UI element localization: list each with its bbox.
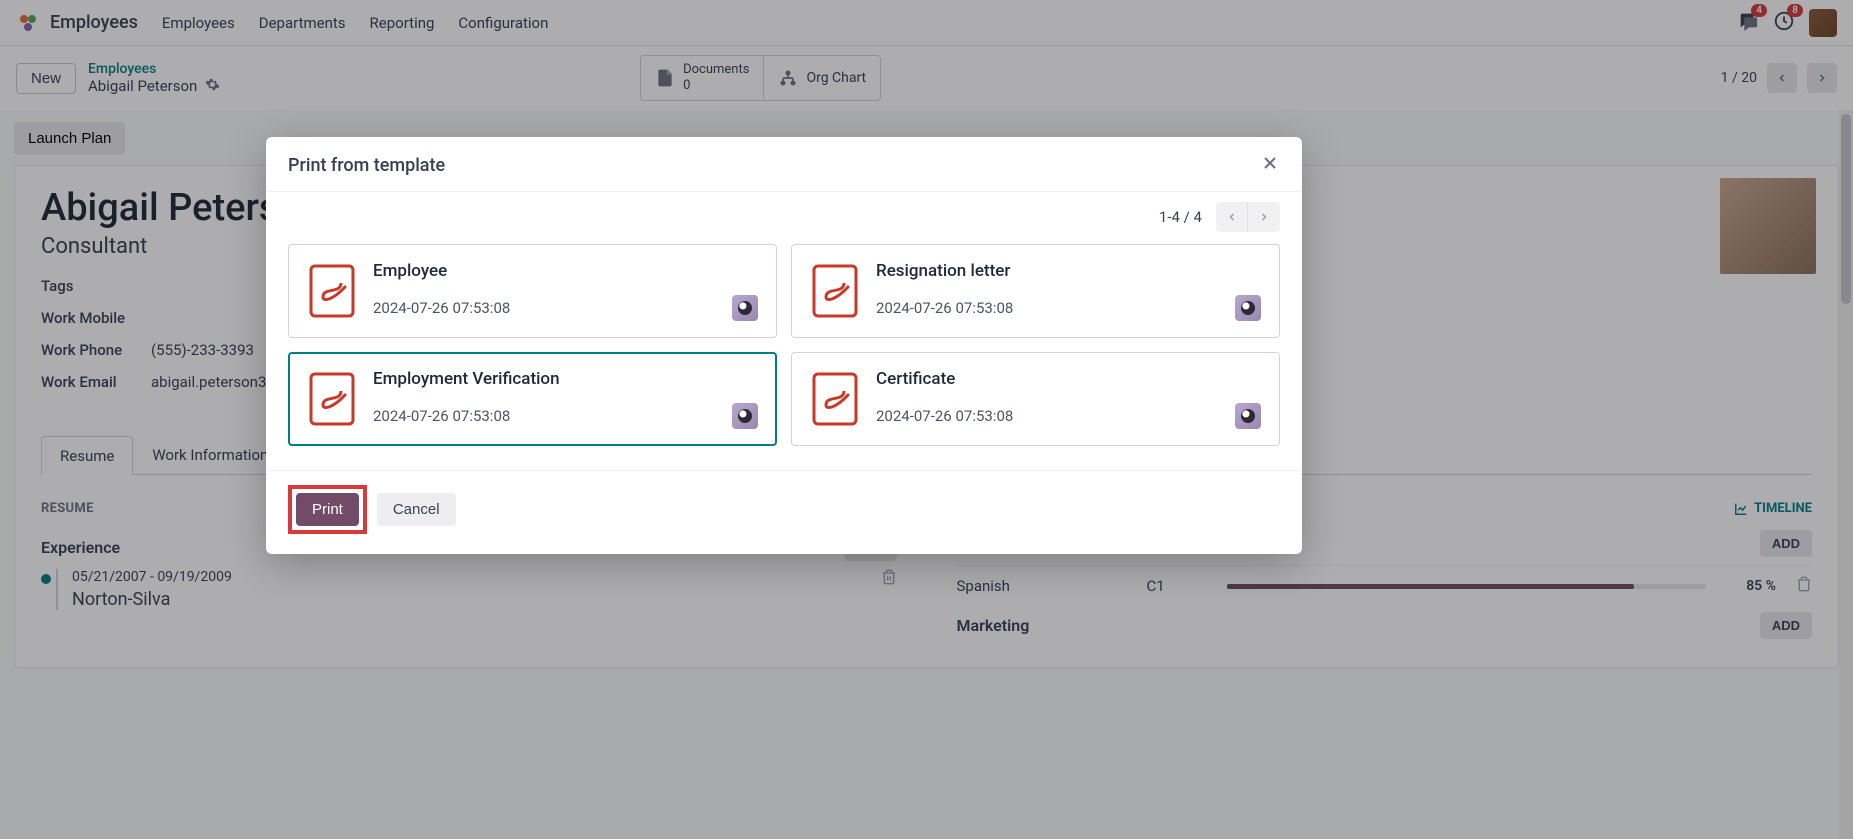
- modal-footer: Print Cancel: [266, 471, 1302, 554]
- pdf-icon: [810, 263, 860, 319]
- pdf-icon: [307, 371, 357, 427]
- template-name: Employee: [373, 261, 758, 281]
- template-thumb-icon: [1235, 403, 1261, 429]
- template-card-employee[interactable]: Employee 2024-07-26 07:53:08: [288, 244, 777, 338]
- modal-title: Print from template: [288, 155, 445, 176]
- modal-header: Print from template: [266, 137, 1302, 191]
- template-card-certificate[interactable]: Certificate 2024-07-26 07:53:08: [791, 352, 1280, 446]
- modal-pager-text: 1-4 / 4: [1159, 208, 1202, 226]
- template-date: 2024-07-26 07:53:08: [876, 407, 1013, 425]
- template-date: 2024-07-26 07:53:08: [876, 299, 1013, 317]
- modal-body: 1-4 / 4 Employee 2024-07-26 07:53:08 Res…: [266, 191, 1302, 471]
- template-date: 2024-07-26 07:53:08: [373, 407, 510, 425]
- print-button-highlight: Print: [288, 485, 367, 534]
- template-card-resignation[interactable]: Resignation letter 2024-07-26 07:53:08: [791, 244, 1280, 338]
- modal-pager: 1-4 / 4: [288, 202, 1280, 232]
- cancel-button[interactable]: Cancel: [377, 493, 456, 526]
- modal-pager-next[interactable]: [1248, 202, 1280, 232]
- print-template-modal: Print from template 1-4 / 4 Employee 202…: [266, 137, 1302, 554]
- print-button[interactable]: Print: [296, 493, 359, 526]
- template-card-employment-verification[interactable]: Employment Verification 2024-07-26 07:53…: [288, 352, 777, 446]
- pdf-icon: [307, 263, 357, 319]
- close-icon[interactable]: [1260, 153, 1280, 177]
- template-grid: Employee 2024-07-26 07:53:08 Resignation…: [288, 244, 1280, 446]
- template-name: Resignation letter: [876, 261, 1261, 281]
- template-name: Employment Verification: [373, 369, 758, 389]
- template-name: Certificate: [876, 369, 1261, 389]
- pdf-icon: [810, 371, 860, 427]
- template-date: 2024-07-26 07:53:08: [373, 299, 510, 317]
- template-thumb-icon: [732, 403, 758, 429]
- modal-pager-prev[interactable]: [1216, 202, 1248, 232]
- template-thumb-icon: [732, 295, 758, 321]
- template-thumb-icon: [1235, 295, 1261, 321]
